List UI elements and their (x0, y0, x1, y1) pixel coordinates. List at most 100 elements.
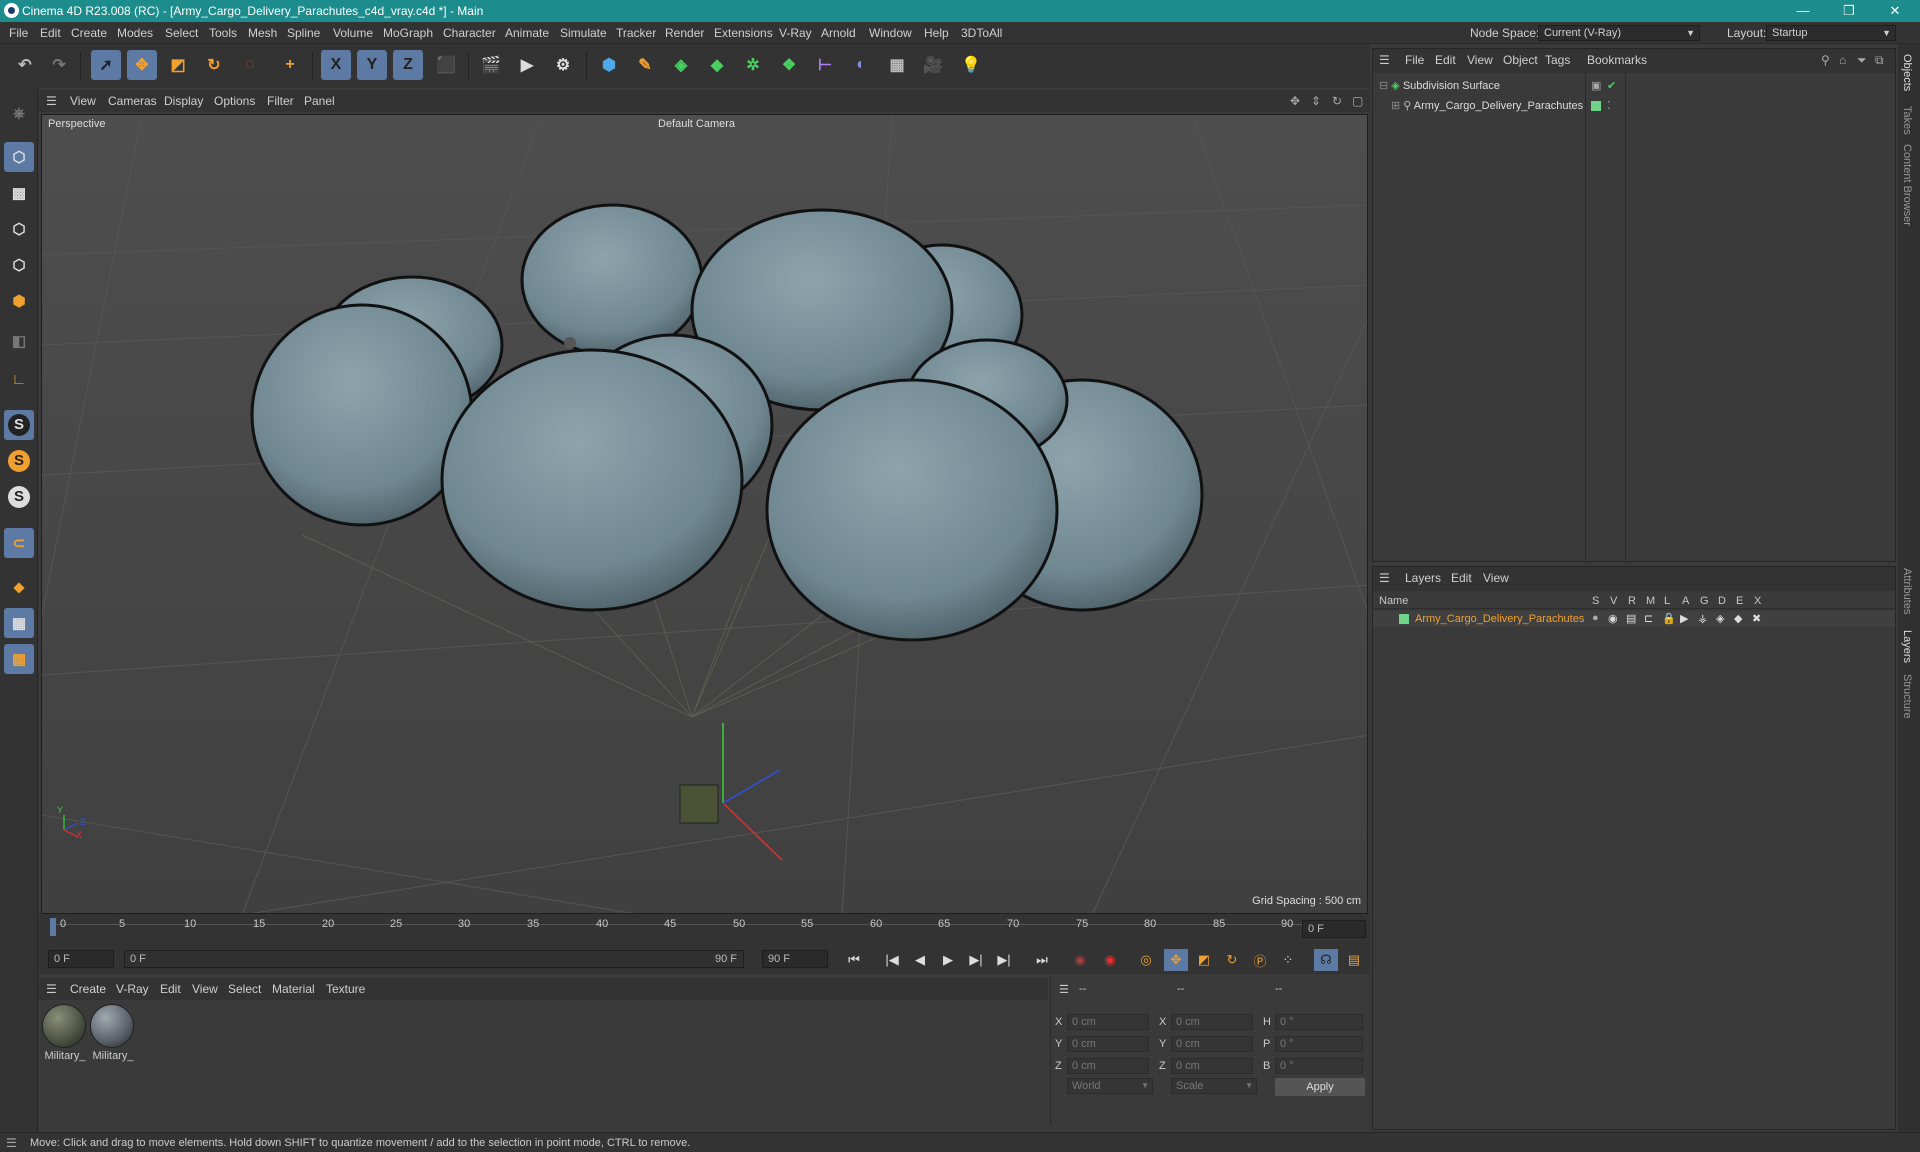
tab-content-browser[interactable]: Content Browser (1901, 144, 1913, 226)
visibility-toggle-icon[interactable]: ▣ (1591, 79, 1601, 92)
light-icon[interactable]: 💡 (956, 50, 986, 80)
menu-window[interactable]: Window (869, 26, 912, 40)
size-x-field[interactable]: 0 cm (1171, 1014, 1253, 1030)
menu-simulate[interactable]: Simulate (560, 26, 607, 40)
dolly-icon[interactable]: ⇕ (1311, 94, 1321, 108)
key-scale-icon[interactable]: ◩ (1192, 949, 1216, 971)
grid-icon[interactable]: ▦ (4, 608, 34, 638)
new-window-icon[interactable]: ⧉ (1875, 53, 1884, 68)
apply-button[interactable]: Apply (1275, 1078, 1365, 1096)
current-frame-field[interactable]: 0 F (1302, 920, 1366, 938)
filter-icon[interactable]: ⏷ (1857, 53, 1867, 68)
menu-arnold[interactable]: Arnold (821, 26, 856, 40)
viewport-menu-panel[interactable]: Panel (304, 94, 335, 108)
hamburger-icon[interactable]: ☰ (1379, 571, 1390, 585)
menu-spline[interactable]: Spline (287, 26, 320, 40)
object-row-parachutes[interactable]: ⊞ ⚲ Army_Cargo_Delivery_Parachutes (1391, 99, 1583, 112)
mat-menu-view[interactable]: View (192, 982, 218, 996)
mat-menu-vray[interactable]: V-Ray (116, 982, 149, 996)
mat-menu-edit[interactable]: Edit (160, 982, 181, 996)
menu-mograph[interactable]: MoGraph (383, 26, 433, 40)
render-settings-icon[interactable]: ⚙ (548, 50, 578, 80)
viewport-menu-cameras[interactable]: Cameras (108, 94, 157, 108)
scale-icon[interactable]: ◩ (163, 50, 193, 80)
prev-frame-icon[interactable]: ◀ (908, 949, 932, 971)
hamburger-icon[interactable]: ☰ (1379, 53, 1390, 67)
layer-row[interactable]: Army_Cargo_Delivery_Parachutes ● ◉ ▤ ⊏ 🔒… (1373, 611, 1895, 627)
select-icon[interactable]: ➚ (91, 50, 121, 80)
maximize-view-icon[interactable]: ▢ (1352, 94, 1363, 108)
tab-objects[interactable]: Objects (1901, 54, 1913, 91)
mat-menu-create[interactable]: Create (70, 982, 106, 996)
tab-takes[interactable]: Takes (1901, 106, 1913, 135)
close-button[interactable]: ✕ (1872, 0, 1918, 22)
home-icon[interactable]: ⌂ (1839, 53, 1846, 67)
menu-mesh[interactable]: Mesh (248, 26, 277, 40)
rotate-icon[interactable]: ↻ (199, 50, 229, 80)
tab-layers[interactable]: Layers (1901, 630, 1913, 663)
tab-attributes[interactable]: Attributes (1901, 568, 1913, 614)
snap-icon[interactable]: S (4, 410, 34, 440)
make-editable-icon[interactable]: ⎈ (4, 98, 34, 128)
menu-select[interactable]: Select (165, 26, 198, 40)
generator-icon[interactable]: ⚶ (1698, 612, 1707, 625)
search-icon[interactable]: ⚲ (1821, 53, 1830, 67)
layer-menu-layers[interactable]: Layers (1405, 571, 1441, 585)
node-space-dropdown[interactable]: Current (V-Ray) ▼ (1538, 25, 1700, 41)
layer-menu-view[interactable]: View (1483, 571, 1509, 585)
recent-tools-icon[interactable]: ◌ (235, 50, 265, 80)
obj-menu-edit[interactable]: Edit (1435, 53, 1456, 67)
orbit-icon[interactable]: ↻ (1332, 94, 1342, 108)
menu-tracker[interactable]: Tracker (616, 26, 656, 40)
key-param-icon[interactable]: Ⓟ (1248, 949, 1272, 971)
3d-viewport[interactable]: Perspective Default Camera Y Z X Grid Sp… (41, 114, 1368, 914)
render-view-icon[interactable]: 🎬 (476, 50, 506, 80)
viewport-camera-label[interactable]: Default Camera (658, 118, 735, 130)
menu-create[interactable]: Create (71, 26, 107, 40)
range-slider[interactable]: 0 F 90 F (124, 950, 744, 968)
timeline-ruler[interactable]: 0 5 10 15 20 25 30 35 40 45 50 55 60 65 … (38, 914, 1370, 944)
model-mode-icon[interactable]: ⬡ (4, 142, 34, 172)
cloner-icon[interactable]: ✲ (738, 50, 768, 80)
deformer-icon[interactable]: ◈ (1716, 612, 1724, 625)
next-frame-icon[interactable]: ▶| (964, 949, 988, 971)
cube-icon[interactable]: ⬢ (594, 50, 624, 80)
tree-expand-icon[interactable]: ⊟ (1379, 80, 1388, 92)
edges-mode-icon[interactable]: ⬡ (4, 250, 34, 280)
x-axis-lock-icon[interactable]: X (321, 50, 351, 80)
pan-icon[interactable]: ✥ (1290, 94, 1300, 108)
playhead[interactable] (50, 918, 56, 936)
rot-h-field[interactable]: 0 ° (1275, 1014, 1363, 1030)
layer-menu-edit[interactable]: Edit (1451, 571, 1472, 585)
menu-edit[interactable]: Edit (40, 26, 61, 40)
pos-x-field[interactable]: 0 cm (1067, 1014, 1149, 1030)
menu-extensions[interactable]: Extensions (714, 26, 773, 40)
layer-color-tag[interactable] (1591, 101, 1601, 111)
menu-animate[interactable]: Animate (505, 26, 549, 40)
mat-menu-material[interactable]: Material (272, 982, 315, 996)
go-to-end-icon[interactable]: ⏭ (1030, 949, 1054, 971)
coordinate-system-icon[interactable]: ⬛ (431, 50, 461, 80)
texture-mode-icon[interactable]: ▩ (4, 178, 34, 208)
menu-vray[interactable]: V-Ray (779, 26, 812, 40)
autokey-icon[interactable]: ◉ (1098, 949, 1122, 971)
maximize-button[interactable]: ❐ (1826, 0, 1872, 22)
live-select-icon[interactable]: + (275, 50, 305, 80)
move-icon[interactable]: ✥ (127, 50, 157, 80)
z-axis-lock-icon[interactable]: Z (393, 50, 423, 80)
obj-menu-view[interactable]: View (1467, 53, 1493, 67)
viewport-menu-display[interactable]: Display (164, 94, 203, 108)
y-axis-lock-icon[interactable]: Y (357, 50, 387, 80)
coord-space-dropdown[interactable]: World ▼ (1067, 1078, 1153, 1094)
extrude-icon[interactable]: ◆ (702, 50, 732, 80)
rot-b-field[interactable]: 0 ° (1275, 1058, 1363, 1074)
coord-mode-dropdown[interactable]: Scale ▼ (1171, 1078, 1257, 1094)
enabled-check-icon[interactable]: ✔ (1607, 79, 1616, 92)
menu-tools[interactable]: Tools (209, 26, 237, 40)
visibility-dots-icon[interactable]: ⁚ (1607, 99, 1611, 112)
obj-menu-bookmarks[interactable]: Bookmarks (1587, 53, 1647, 67)
hamburger-icon[interactable]: ☰ (46, 94, 57, 108)
solo-dot-icon[interactable]: ● (1592, 612, 1599, 624)
object-row-subdivision[interactable]: ⊟ ◈ Subdivision Surface (1379, 79, 1500, 92)
tab-structure[interactable]: Structure (1901, 674, 1913, 719)
